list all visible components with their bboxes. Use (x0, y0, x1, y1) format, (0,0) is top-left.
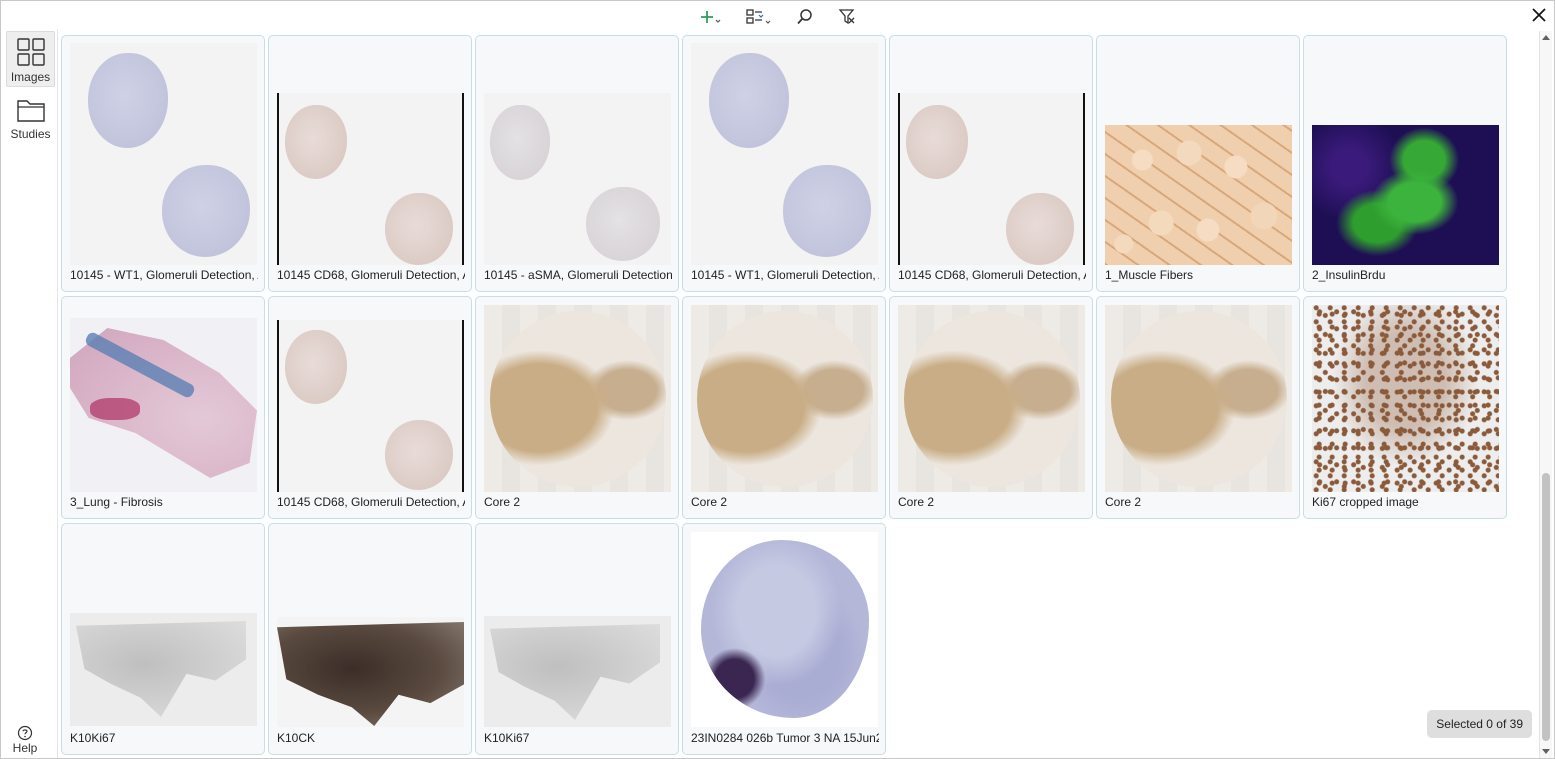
image-card[interactable]: Core 2 (475, 296, 679, 519)
thumbnail-image (1105, 305, 1292, 492)
image-card[interactable]: 23IN0284 026b Tumor 3 NA 15Jun23 (682, 523, 886, 755)
thumbnail-image (691, 532, 878, 727)
scroll-up-icon[interactable] (1542, 35, 1550, 40)
card-caption: Core 2 (1105, 495, 1142, 509)
image-card[interactable]: Core 2 (889, 296, 1093, 519)
clear-filter-button[interactable] (835, 5, 859, 29)
card-caption: 10145 CD68, Glomeruli Detection, A (277, 495, 465, 509)
card-caption: K10CK (277, 731, 316, 745)
thumbnail-image (277, 617, 464, 727)
card-caption: Core 2 (691, 495, 728, 509)
card-caption: Ki67 cropped image (1312, 495, 1419, 509)
help-label: Help (12, 741, 38, 755)
image-card[interactable]: Core 2 (682, 296, 886, 519)
card-caption: 23IN0284 026b Tumor 3 NA 15Jun23 (691, 731, 879, 745)
grid-icon (16, 38, 45, 66)
close-icon[interactable] (1528, 4, 1550, 26)
thumbnail-image (691, 305, 878, 492)
image-card[interactable]: 10145 CD68, Glomeruli Detection, A (268, 35, 472, 292)
view-options-button[interactable] (743, 5, 775, 29)
thumbnail-image (484, 305, 671, 492)
folder-icon (16, 100, 45, 122)
help-icon (17, 725, 33, 741)
card-caption: 2_InsulinBrdu (1312, 268, 1386, 282)
image-card[interactable]: 2_InsulinBrdu (1303, 35, 1507, 292)
image-card[interactable]: Ki67 cropped image (1303, 296, 1507, 519)
toolbar (1, 1, 1554, 32)
card-caption: Core 2 (484, 495, 521, 509)
image-card[interactable]: Core 2 (1096, 296, 1300, 519)
card-caption: K10Ki67 (70, 731, 116, 745)
search-button[interactable] (793, 5, 817, 29)
image-card[interactable]: 10145 - WT1, Glomeruli Detection, A (61, 35, 265, 292)
thumbnail-image (70, 43, 257, 265)
clear-filter-icon (838, 8, 854, 24)
image-card[interactable]: K10Ki67 (475, 523, 679, 755)
thumbnail-image (70, 613, 257, 726)
image-card[interactable]: 10145 - WT1, Glomeruli Detection, A (682, 35, 886, 292)
card-caption: 1_Muscle Fibers (1105, 268, 1194, 282)
rail-item-images[interactable]: Images (6, 31, 55, 87)
thumbnail-image (277, 320, 464, 492)
image-card[interactable]: K10Ki67 (61, 523, 265, 755)
thumbnail-image (691, 43, 878, 265)
rail-item-studies[interactable]: Studies (6, 91, 55, 147)
add-button[interactable] (697, 5, 725, 29)
image-card[interactable]: K10CK (268, 523, 472, 755)
image-card[interactable]: 10145 CD68, Glomeruli Detection, A (889, 35, 1093, 292)
thumbnail-image (484, 93, 671, 265)
rail-item-label: Images (10, 70, 51, 84)
card-caption: 10145 - WT1, Glomeruli Detection, A (70, 268, 258, 282)
card-caption: K10Ki67 (484, 731, 530, 745)
rail-item-label: Studies (10, 127, 51, 141)
card-caption: 3_Lung - Fibrosis (70, 495, 163, 509)
image-browser-window: Images Studies Help 10145 - WT1, Glomeru… (0, 0, 1555, 759)
card-caption: Core 2 (898, 495, 935, 509)
thumbnail-image (484, 616, 671, 727)
card-caption: 10145 - WT1, Glomeruli Detection, A (691, 268, 879, 282)
scrollbar-thumb[interactable] (1542, 473, 1550, 741)
thumbnail-image (1105, 125, 1292, 265)
thumbnail-image (898, 305, 1085, 492)
image-card[interactable]: 3_Lung - Fibrosis (61, 296, 265, 519)
thumbnail-image (1312, 305, 1499, 492)
thumbnail-image (70, 318, 257, 492)
card-caption: 10145 CD68, Glomeruli Detection, A (898, 268, 1086, 282)
thumbnail-image (898, 93, 1085, 265)
thumbnail-image (277, 93, 464, 265)
image-card[interactable]: 10145 - aSMA, Glomeruli Detection, (475, 35, 679, 292)
help-button[interactable]: Help (4, 725, 46, 755)
thumbnail-image (1312, 125, 1499, 265)
card-caption: 10145 - aSMA, Glomeruli Detection, (484, 268, 672, 282)
view-options-icon (745, 8, 770, 24)
image-card[interactable]: 1_Muscle Fibers (1096, 35, 1300, 292)
selection-status-badge: Selected 0 of 39 (1427, 710, 1532, 738)
scroll-down-icon[interactable] (1542, 749, 1550, 754)
search-icon (796, 8, 812, 24)
left-rail: Images Studies Help (1, 29, 58, 758)
image-card[interactable]: 10145 CD68, Glomeruli Detection, A (268, 296, 472, 519)
card-caption: 10145 CD68, Glomeruli Detection, A (277, 268, 465, 282)
vertical-scrollbar[interactable] (1539, 31, 1552, 758)
plus-dropdown-icon (700, 10, 720, 23)
